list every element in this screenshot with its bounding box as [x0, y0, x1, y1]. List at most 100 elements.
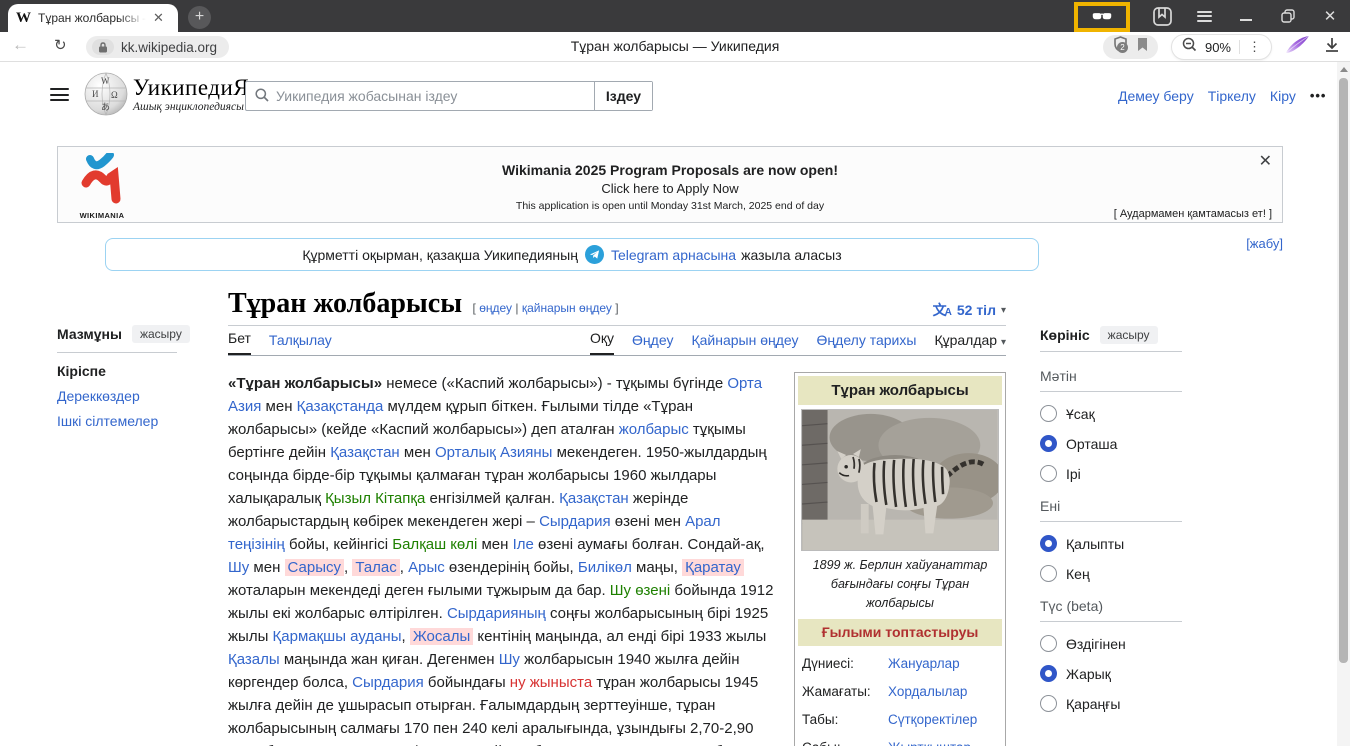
donate-link[interactable]: Демеу беру [1118, 88, 1194, 104]
article-link[interactable]: жолбарыс [619, 421, 689, 438]
radio-icon[interactable] [1040, 435, 1057, 452]
wikimania-banner[interactable]: WIKIMANIA Wikimania 2025 Program Proposa… [57, 146, 1283, 223]
radio-color-dark[interactable]: Қараңғы [1040, 695, 1182, 712]
article-link[interactable]: Шу өзені [610, 582, 670, 599]
scrollbar-thumb[interactable] [1339, 78, 1348, 663]
banner-dismiss-link[interactable]: [жабу] [1246, 236, 1283, 251]
svg-text:W: W [101, 76, 110, 86]
minimize-icon[interactable] [1236, 6, 1256, 26]
toc-item-intro[interactable]: Кіріспе [57, 363, 207, 379]
browser-menu-icon[interactable] [1194, 6, 1214, 26]
search-input[interactable] [276, 88, 594, 104]
wikipedia-globe-logo[interactable]: WИΩあ [84, 72, 128, 121]
taxo-value[interactable]: Жануарлар [884, 649, 1002, 677]
radio-text-large[interactable]: Ірі [1040, 465, 1182, 482]
article-link[interactable]: Сырдария [539, 513, 611, 530]
article-link[interactable]: Қаратау [682, 559, 744, 576]
banner-close-icon[interactable]: ✕ [1259, 151, 1272, 171]
wikipedia-wordmark[interactable]: УикипедиЯ Ашық энциклопедиясы [133, 75, 249, 113]
side-panel-bookmark-icon[interactable] [1152, 6, 1172, 26]
article-link[interactable]: Билікөл [578, 559, 632, 576]
tab-edit-source[interactable]: Қайнарын өңдеу [691, 332, 798, 355]
tab-close-icon[interactable]: ✕ [153, 10, 164, 26]
tiger-photo[interactable] [801, 409, 999, 551]
window-close-icon[interactable]: ✕ [1320, 6, 1340, 26]
article-link[interactable]: Орталық Азияны [435, 444, 552, 461]
browser-tab[interactable]: W Тұран жолбарысы — У ✕ [8, 4, 178, 32]
radio-icon[interactable] [1040, 535, 1057, 552]
tab-tools[interactable]: Құралдар ▾ [934, 332, 1006, 355]
header-more-icon[interactable]: ••• [1310, 88, 1327, 104]
radio-icon[interactable] [1040, 565, 1057, 582]
page-scrollbar[interactable] [1337, 62, 1350, 746]
extension-shield-icon[interactable]: 2 [1113, 36, 1128, 58]
tab-talk[interactable]: Талқылау [269, 332, 332, 355]
toc-item-references[interactable]: Дереккөздер [57, 388, 207, 404]
article-link[interactable]: Қазақстанда [297, 398, 384, 415]
radio-color-auto[interactable]: Өздігінен [1040, 635, 1182, 652]
toc-hide-button[interactable]: жасыру [132, 325, 190, 343]
radio-icon[interactable] [1040, 635, 1057, 652]
article-link[interactable]: Жосалы [410, 628, 473, 645]
tab-read[interactable]: Оқу [590, 330, 614, 355]
radio-text-small[interactable]: Ұсақ [1040, 405, 1182, 422]
tab-history[interactable]: Өңделу тарихы [817, 332, 917, 355]
incognito-glasses-icon[interactable] [1092, 7, 1112, 27]
toc-item-internal-links[interactable]: Ішкі сілтемелер [57, 413, 207, 429]
restore-icon[interactable] [1278, 6, 1298, 26]
radio-color-light[interactable]: Жарық [1040, 665, 1182, 682]
taxo-value[interactable]: Сүтқоректілер [884, 705, 1002, 733]
extensions-pill[interactable]: 2 [1103, 35, 1158, 59]
radio-icon[interactable] [1040, 465, 1057, 482]
tab-edit[interactable]: Өңдеу [632, 332, 673, 355]
article-link[interactable]: Қазалы [228, 651, 280, 668]
download-icon[interactable] [1324, 37, 1340, 58]
radio-icon[interactable] [1040, 695, 1057, 712]
zoom-menu-icon[interactable]: ⋮ [1248, 39, 1261, 55]
article-link[interactable]: Шу [499, 651, 520, 668]
article-link[interactable]: Іле [513, 536, 534, 553]
article-link[interactable]: Балқаш көлі [392, 536, 477, 553]
wiki-menu-icon[interactable] [50, 88, 69, 101]
article-link[interactable]: Талас [352, 559, 399, 576]
search-box[interactable]: Іздеу [245, 81, 653, 111]
zoom-out-icon[interactable] [1182, 37, 1197, 57]
telegram-channel-link[interactable]: Telegram арнасына [611, 247, 736, 263]
banner-translate-note[interactable]: [ Аудармамен қамтамасыз ет! ] [1114, 208, 1272, 220]
telegram-banner[interactable]: Құрметті оқырман, қазақша Уикипедияның T… [105, 238, 1039, 271]
article-link[interactable]: ну жыныста [510, 674, 592, 691]
tab-page[interactable]: Бет [228, 330, 251, 355]
radio-icon[interactable] [1040, 405, 1057, 422]
taxo-value[interactable]: Жыртқыштар [884, 733, 1002, 746]
article-text: , [402, 628, 410, 645]
article-link[interactable]: Қармақшы ауданы [273, 628, 402, 645]
bookmark-flag-icon[interactable] [1137, 38, 1148, 57]
radio-width-standard[interactable]: Қалыпты [1040, 535, 1182, 552]
banner-apply-link[interactable]: Click here to Apply Now [58, 181, 1282, 196]
taxo-value[interactable]: Хордалылар [884, 677, 1002, 705]
radio-icon[interactable] [1040, 665, 1057, 682]
article-link[interactable]: Шу [228, 559, 249, 576]
article-link[interactable]: Сарысу [285, 559, 344, 576]
zoom-control[interactable]: 90% ⋮ [1171, 34, 1272, 60]
article-text: , [400, 559, 408, 576]
search-button[interactable]: Іздеу [594, 82, 652, 110]
yandex-feather-icon[interactable] [1285, 35, 1311, 60]
article-link[interactable]: Сырдария [352, 674, 424, 691]
article-link[interactable]: Сырдарияның [447, 605, 546, 622]
register-link[interactable]: Тіркелу [1208, 88, 1256, 104]
edit-link[interactable]: өңдеу [479, 301, 512, 315]
article-link[interactable]: Қызыл Кітапқа [325, 490, 425, 507]
radio-width-wide[interactable]: Кең [1040, 565, 1182, 582]
login-link[interactable]: Кіру [1270, 88, 1296, 104]
new-tab-button[interactable]: + [188, 6, 211, 29]
appearance-hide-button[interactable]: жасыру [1100, 326, 1158, 344]
scrollbar-up-icon[interactable] [1340, 67, 1348, 72]
article-link[interactable]: Арыс [408, 559, 445, 576]
radio-text-standard[interactable]: Орташа [1040, 435, 1182, 452]
article-link[interactable]: Қазақстан [559, 490, 629, 507]
banner-deadline: This application is open until Monday 31… [58, 200, 1282, 212]
edit-source-link[interactable]: қайнарын өңдеу [522, 301, 612, 315]
language-selector[interactable]: 文A 52 тіл ▾ [933, 300, 1006, 320]
article-link[interactable]: Қазақстан [330, 444, 400, 461]
